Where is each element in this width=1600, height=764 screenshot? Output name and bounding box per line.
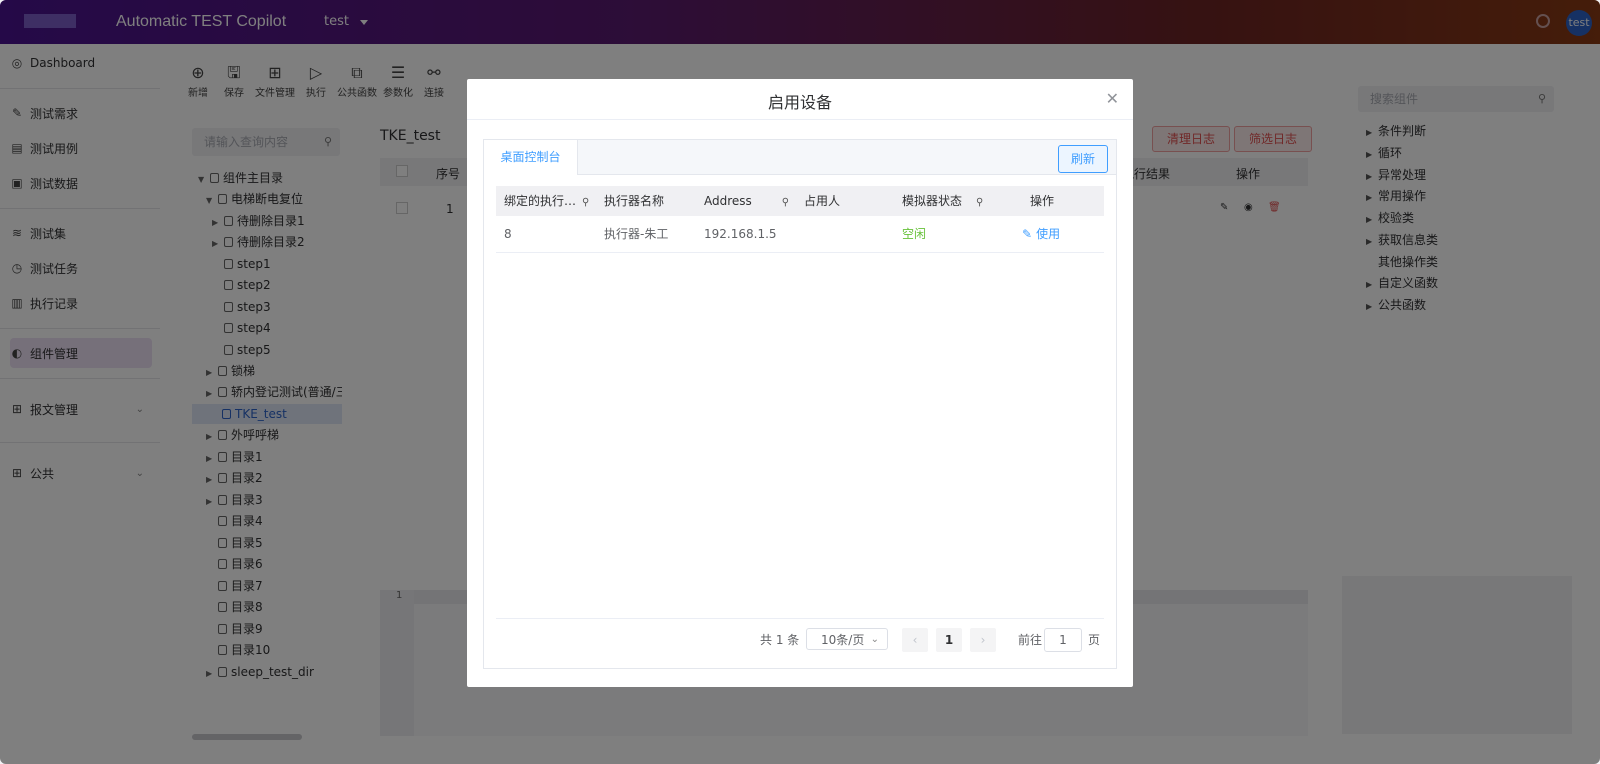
page-size-select[interactable]: 10条/页 ⌄: [806, 628, 888, 650]
tab-card: 桌面控制台 刷新 绑定的执行… ⚲ 执行器名称 Address ⚲ 占用人 模拟器状…: [483, 139, 1117, 669]
pagination-total: 共 1 条: [760, 633, 800, 647]
search-icon[interactable]: ⚲: [582, 197, 589, 208]
column-header-bound-executor[interactable]: 绑定的执行… ⚲: [504, 186, 589, 216]
cell-executor-name: 执行器-朱工: [604, 227, 669, 241]
chevron-down-icon: ⌄: [870, 634, 879, 645]
use-button[interactable]: ✎ 使用: [1022, 216, 1060, 252]
prev-page-button[interactable]: ‹: [902, 628, 928, 652]
close-icon[interactable]: ✕: [1106, 89, 1119, 108]
column-header-executor-name: 执行器名称: [604, 186, 664, 216]
dialog-title: 启用设备: [767, 93, 832, 112]
refresh-button[interactable]: 刷新: [1057, 145, 1108, 173]
cell-address: 192.168.1.5: [704, 227, 777, 241]
page-suffix: 页: [1088, 633, 1101, 647]
column-header-actions: 操作: [1030, 186, 1054, 216]
divider: [496, 618, 1104, 619]
search-icon[interactable]: ⚲: [976, 197, 983, 208]
device-table-header: 绑定的执行… ⚲ 执行器名称 Address ⚲ 占用人 模拟器状态 ⚲ 操作: [496, 186, 1104, 216]
tab-bar: 桌面控制台 刷新: [484, 140, 1116, 175]
next-page-button[interactable]: ›: [970, 628, 996, 652]
column-label: 绑定的执行…: [504, 194, 577, 208]
divider: [467, 119, 1133, 120]
column-label: 执行器名称: [604, 194, 665, 208]
column-label: Address: [704, 194, 752, 208]
pagination: 共 1 条 10条/页 ⌄ ‹ 1 › 前往 1 页: [484, 628, 1116, 652]
column-label: 占用人: [804, 194, 841, 208]
column-label: 操作: [1030, 194, 1055, 208]
goto-label: 前往: [1018, 633, 1043, 647]
cell-bound-executor: 8: [504, 227, 512, 241]
goto-page-input[interactable]: 1: [1044, 628, 1082, 652]
search-icon[interactable]: ⚲: [782, 197, 789, 208]
column-header-emulator-status[interactable]: 模拟器状态 ⚲: [902, 186, 983, 216]
enable-device-dialog: 启用设备 ✕ 桌面控制台 刷新 绑定的执行… ⚲ 执行器名称 Address ⚲ 占…: [467, 79, 1133, 687]
page-size-value: 10条/页: [821, 633, 865, 647]
tab-desktop-console[interactable]: 桌面控制台: [484, 140, 578, 175]
page-number-1[interactable]: 1: [936, 628, 962, 652]
column-header-occupant: 占用人: [804, 186, 840, 216]
use-label: 使用: [1036, 227, 1061, 241]
cell-status: 空闲: [902, 227, 927, 241]
app-window: Automatic TEST Copilot test test ◎ Dashb…: [0, 0, 1600, 764]
column-header-address[interactable]: Address ⚲: [704, 186, 789, 216]
column-label: 模拟器状态: [902, 194, 963, 208]
edit-icon: ✎: [1022, 227, 1033, 241]
table-row: 8 执行器-朱工 192.168.1.5 空闲 ✎ 使用: [496, 216, 1104, 253]
